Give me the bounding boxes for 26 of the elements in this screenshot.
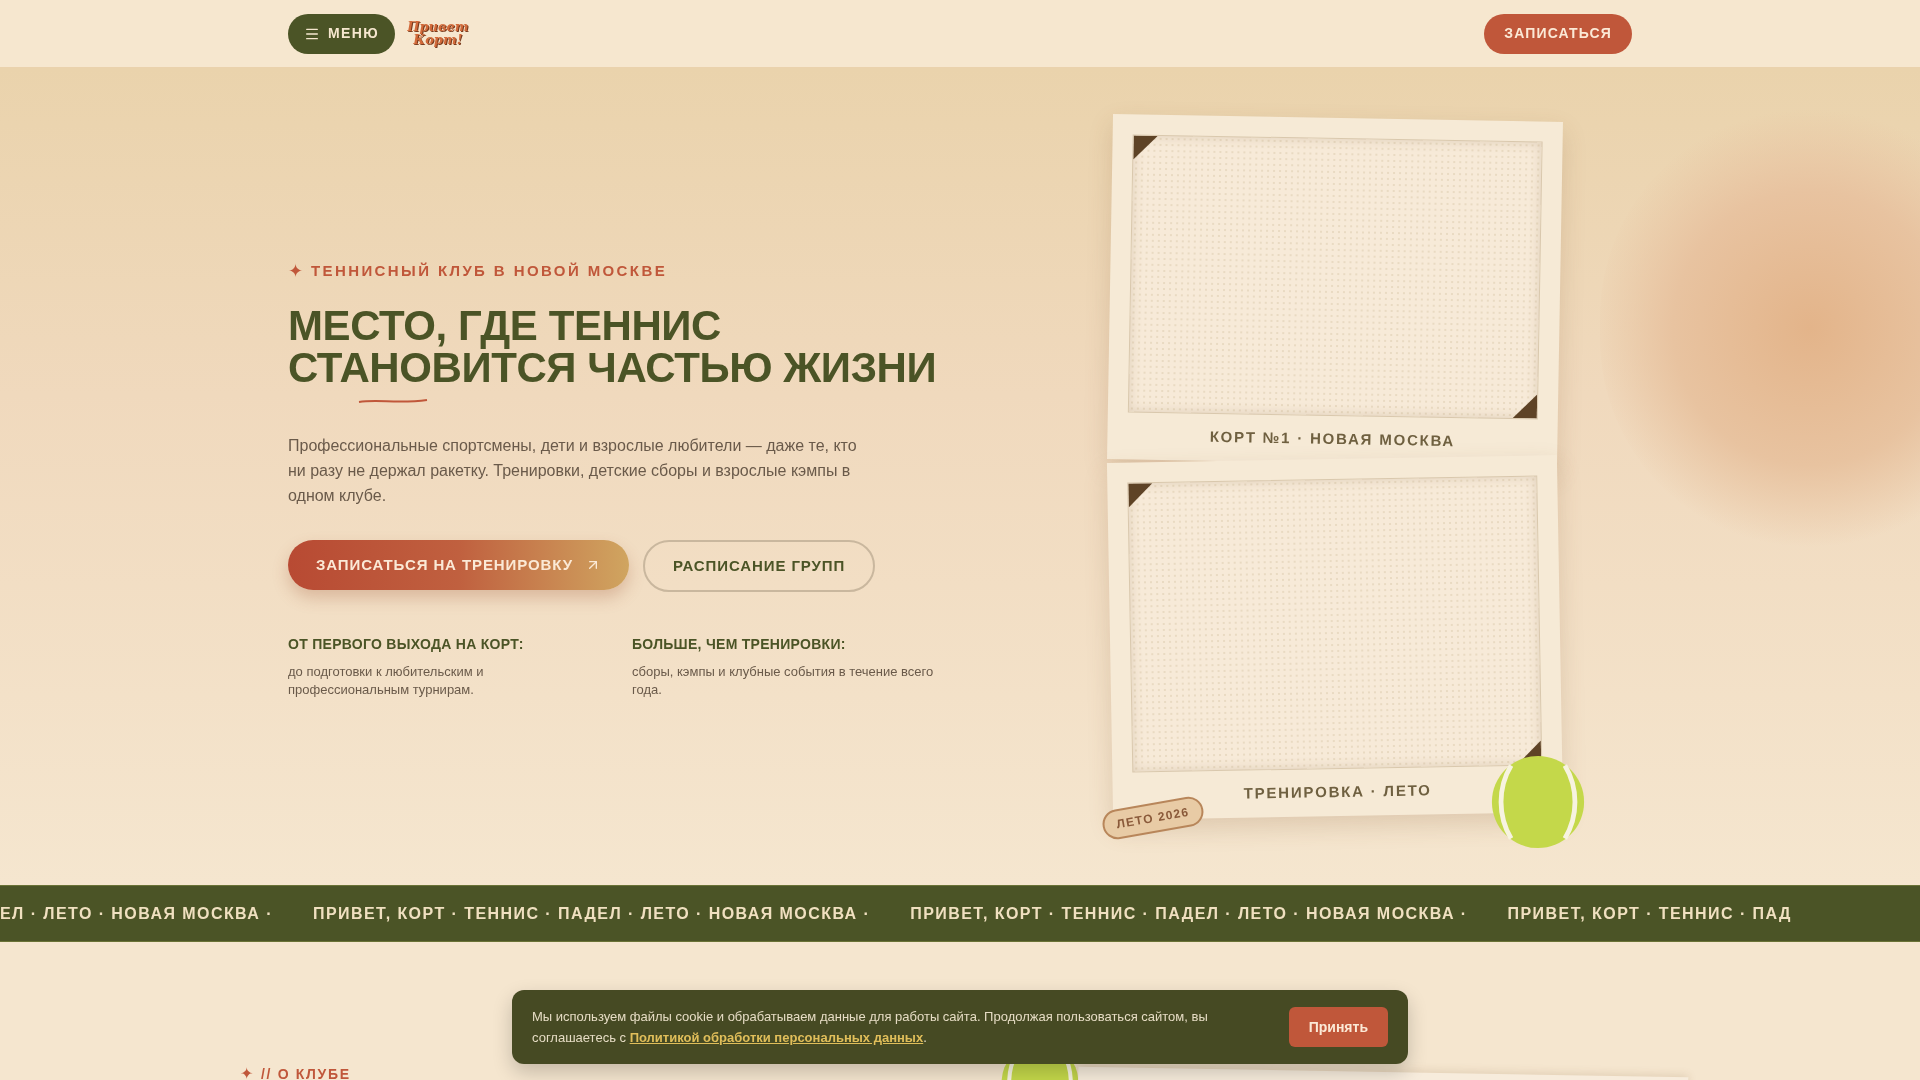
menu-button[interactable]: МЕНЮ [288, 13, 396, 54]
hero-eyebrow: ТЕННИСНЫЙ КЛУБ В НОВОЙ МОСКВЕ [311, 261, 668, 282]
marquee-text: ПРИВЕТ, КОРТ · ТЕННИС · ПАДЕЛ · ЛЕТО · НОВАЯ МОСКВА · [312, 903, 871, 924]
photo-corner-icon [1512, 394, 1538, 419]
marquee-text: ЕЛ · ЛЕТО · НОВАЯ МОСКВА · [0, 903, 273, 924]
feature-title: ОТ ПЕРВОГО ВЫХОДА НА КОРТ: [288, 635, 525, 654]
signup-button[interactable]: ЗАПИСАТЬСЯ [1484, 13, 1632, 54]
feature-text: до подготовки к любительским и профессиональным турнирам. [288, 663, 485, 699]
marquee-text: ПРИВЕТ, КОРТ · ТЕННИС · ПАДЕЛ · ЛЕТО · НОВАЯ МОСКВА · [910, 903, 1468, 924]
sparkle-icon: ✦ [240, 1062, 253, 1080]
logo[interactable]: Привет Корт! [407, 21, 469, 46]
feature-title: БОЛЬШЕ, ЧЕМ ТРЕНИРОВКИ: [632, 635, 847, 654]
accept-button[interactable]: Принять [1288, 1007, 1388, 1047]
section-label: // О КЛУБЕ [261, 1064, 351, 1080]
sparkle-icon: ✦ [288, 258, 303, 285]
hero-description: Профессиональные спортсмены, дети и взрослые любители — даже те, кто ни разу не держал ракетку. Тренировки, детские сборы и взрослые кэмпы в одном клубе. [288, 436, 858, 506]
squiggle-underline-icon [358, 397, 428, 405]
feature-text: сборы, кэмпы и клубные события в течение всего года. [632, 663, 935, 699]
schedule-button[interactable]: РАСПИСАНИЕ ГРУПП [642, 540, 876, 592]
cookie-text: Мы используем файлы cookie и обрабатываем данные для работы сайта. Продолжая пользоваться сайтом, вы соглашаетесь с Политикой обработки персональных данных. [532, 1008, 1209, 1047]
photo-caption: КОРТ №1 · НОВАЯ МОСКВА [1209, 426, 1456, 452]
hero-title: МЕСТО, ГДЕ ТЕННИС СТАНОВИТСЯ ЧАСТЬЮ ЖИЗНИ [288, 305, 938, 389]
photo-caption: ТРЕНИРОВКА · ЛЕТО [1243, 779, 1432, 804]
photo-corner-icon [1133, 135, 1158, 160]
training-signup-button[interactable]: ЗАПИСАТЬСЯ НА ТРЕНИРОВКУ [288, 540, 629, 590]
marquee-text: ПРИВЕТ, КОРТ · ТЕННИС · ПАД [1507, 903, 1792, 924]
